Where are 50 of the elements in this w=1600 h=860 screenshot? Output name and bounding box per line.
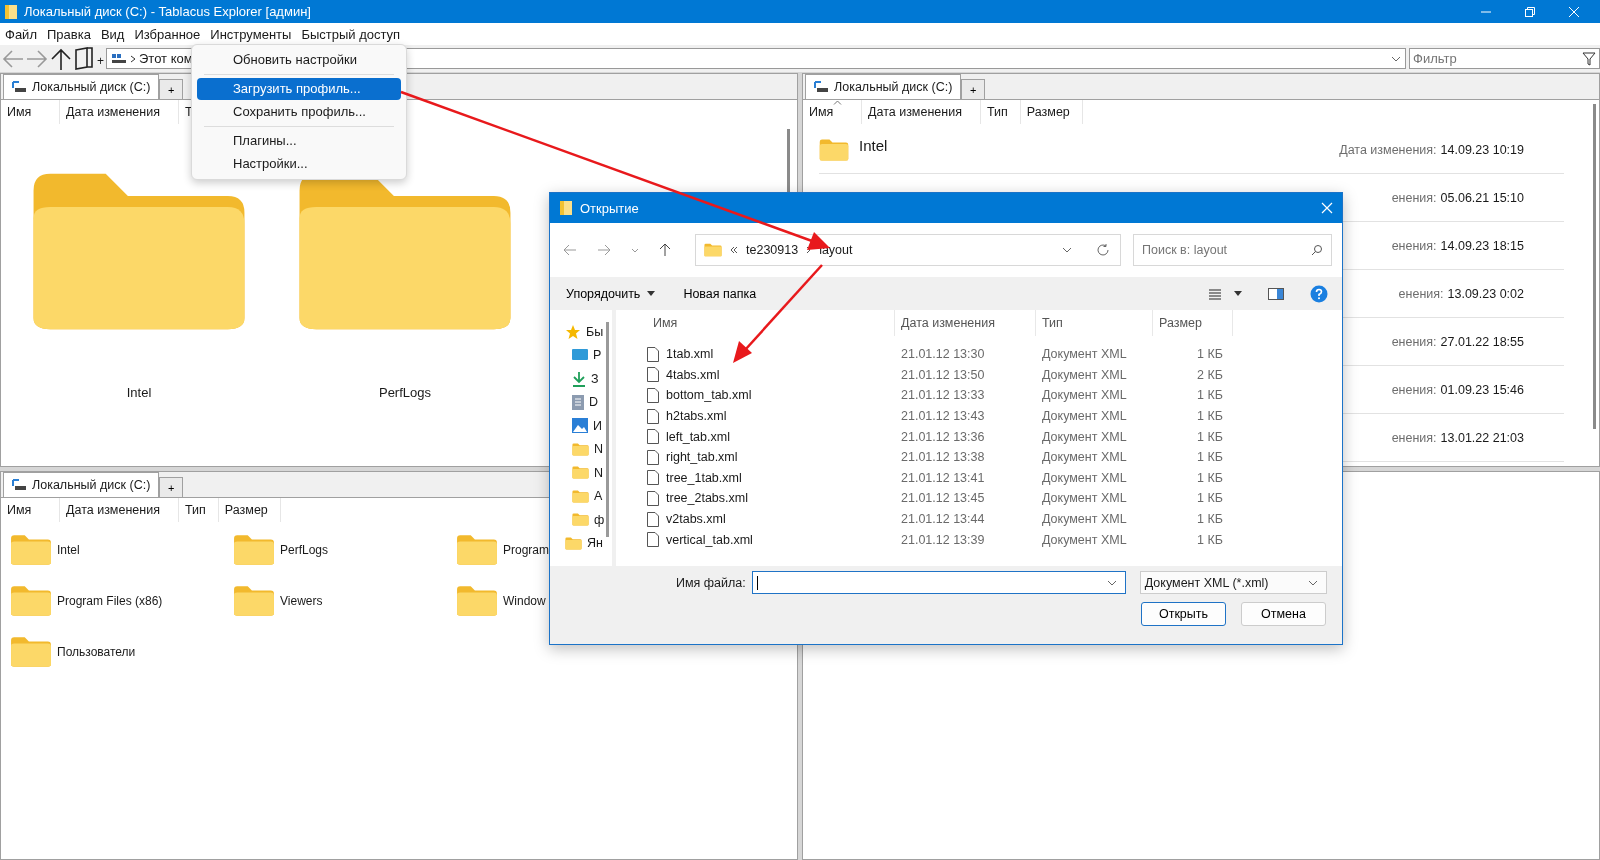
file-type: Документ XML <box>1041 450 1128 465</box>
file-type: Документ XML <box>1041 409 1128 424</box>
date-value: 01.09.23 15:46 <box>1440 382 1524 397</box>
file-date: 21.01.12 13:43 <box>900 409 986 424</box>
file-date: 21.01.12 13:44 <box>900 512 986 527</box>
file-date: 21.01.12 13:39 <box>900 532 986 547</box>
date-label: Дата изменения: <box>1339 142 1437 157</box>
date-label: енения: <box>1391 382 1437 397</box>
date-value: 14.09.23 18:15 <box>1440 238 1524 253</box>
file-date: 21.01.12 13:50 <box>900 367 986 382</box>
file-type: Документ XML <box>1041 491 1128 506</box>
file-size: 1 КБ <box>1196 388 1223 403</box>
file-size: 1 КБ <box>1196 347 1223 362</box>
file-size: 1 КБ <box>1196 512 1223 527</box>
file-date: 21.01.12 13:45 <box>900 491 986 506</box>
file-date: 21.01.12 13:33 <box>900 388 986 403</box>
file-type: Документ XML <box>1041 512 1128 527</box>
date-value: 27.01.22 18:55 <box>1440 334 1524 349</box>
file-date: 21.01.12 13:30 <box>900 347 986 362</box>
file-date: 21.01.12 13:38 <box>900 450 986 465</box>
date-label: енения: <box>1391 190 1437 205</box>
date-value: 13.09.23 0:02 <box>1447 286 1524 301</box>
file-date: 21.01.12 13:36 <box>900 429 986 444</box>
date-value: 13.01.22 21:03 <box>1440 430 1524 445</box>
date-label: енения: <box>1391 430 1437 445</box>
tab-label: Локальный диск (C:) <box>32 80 151 94</box>
date-label: енения: <box>1398 286 1444 301</box>
file-type: Документ XML <box>1041 367 1128 382</box>
tab-label: Локальный диск (C:) <box>834 80 953 94</box>
file-size: 1 КБ <box>1196 491 1223 506</box>
file-size: 1 КБ <box>1196 532 1223 547</box>
file-size: 1 КБ <box>1196 409 1223 424</box>
file-type: Документ XML <box>1041 388 1128 403</box>
file-type: Документ XML <box>1041 532 1128 547</box>
file-size: 1 КБ <box>1196 429 1223 444</box>
file-type: Документ XML <box>1041 347 1128 362</box>
date-value: 05.06.21 15:10 <box>1440 190 1524 205</box>
window-title: Локальный диск (C:) - Tablacus Explorer [админ] <box>24 4 311 19</box>
file-type: Документ XML <box>1041 470 1128 485</box>
tab-label: Локальный диск (C:) <box>32 478 151 492</box>
file-date: 21.01.12 13:41 <box>900 470 986 485</box>
date-label: енения: <box>1391 334 1437 349</box>
file-size: 1 КБ <box>1196 470 1223 485</box>
file-name-label: Имя файла: <box>676 575 746 590</box>
date-label: енения: <box>1391 238 1437 253</box>
date-value: 14.09.23 10:19 <box>1440 142 1524 157</box>
dialog-title: Открытие <box>580 200 639 216</box>
file-type: Документ XML <box>1041 429 1128 444</box>
file-size: 1 КБ <box>1196 450 1223 465</box>
file-size: 2 КБ <box>1196 367 1223 382</box>
